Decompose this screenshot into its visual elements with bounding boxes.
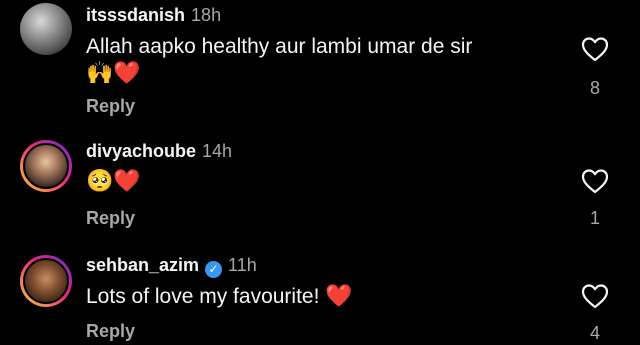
comment-item: sehban_azim ✓ 11h Lots of love my favourit… [0, 235, 640, 345]
comment-meta: itsssdanish 18h [86, 4, 221, 26]
like-control: 1 [580, 168, 610, 229]
like-control: 8 [580, 36, 610, 99]
avatar[interactable] [20, 140, 72, 192]
comments-list: itsssdanish 18h Allah aapko healthy aur l… [0, 0, 640, 345]
reply-button[interactable]: Reply [86, 321, 135, 342]
reply-button[interactable]: Reply [86, 208, 135, 229]
username[interactable]: sehban_azim [86, 255, 199, 275]
comment-text: Lots of love my favourite! ❤️ [86, 283, 566, 310]
like-count: 4 [589, 323, 600, 343]
comment-emojis: 🥺❤️ [86, 168, 141, 193]
username[interactable]: itsssdanish [86, 5, 185, 25]
like-count: 1 [589, 208, 600, 228]
comment-meta: divyachoube 14h [86, 140, 232, 162]
comment-text: Allah aapko healthy aur lambi umar de si… [86, 34, 566, 87]
verified-badge-icon: ✓ [205, 261, 223, 278]
avatar[interactable] [20, 255, 72, 307]
heart-outline-icon[interactable] [581, 168, 609, 194]
heart-outline-icon[interactable] [581, 283, 609, 309]
reply-button[interactable]: Reply [86, 96, 135, 117]
comment-emojis: ❤️ [325, 283, 353, 308]
timestamp: 11h [228, 255, 257, 275]
avatar[interactable] [20, 3, 72, 55]
comment-item: divyachoube 14h 🥺❤️ Reply 1 [0, 120, 640, 235]
comment-item: itsssdanish 18h Allah aapko healthy aur l… [0, 0, 640, 120]
avatar-image [23, 143, 69, 189]
timestamp: 18h [191, 5, 222, 25]
comment-meta: sehban_azim ✓ 11h [86, 254, 257, 278]
like-count: 8 [589, 78, 600, 98]
comment-body: Lots of love my favourite! [86, 285, 320, 308]
comment-text: 🥺❤️ [86, 168, 566, 195]
avatar-image [23, 258, 69, 304]
avatar-image [20, 3, 72, 55]
heart-outline-icon[interactable] [581, 36, 609, 62]
timestamp: 14h [202, 141, 233, 161]
comment-body: Allah aapko healthy aur lambi umar de si… [86, 35, 473, 58]
like-control: 4 [580, 283, 610, 344]
username[interactable]: divyachoube [86, 141, 196, 161]
comment-emojis: 🙌❤️ [86, 60, 141, 85]
